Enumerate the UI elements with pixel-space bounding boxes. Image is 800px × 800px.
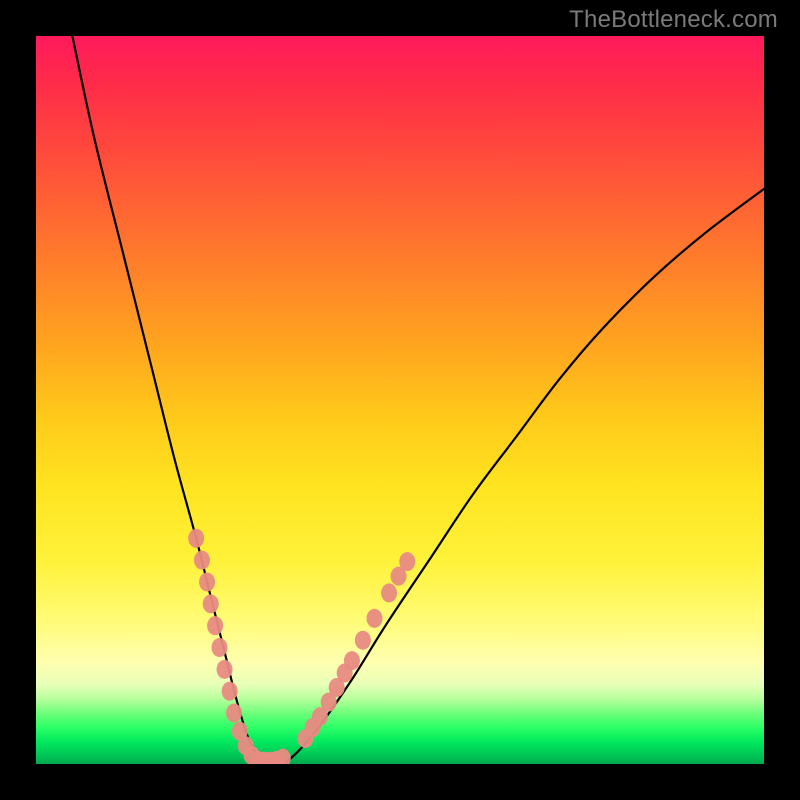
marker-dot	[211, 638, 227, 657]
marker-dot	[222, 682, 238, 701]
marker-group-left-cluster-markers	[188, 529, 259, 764]
marker-dot	[188, 529, 204, 548]
plot-area	[36, 36, 764, 764]
chart-svg	[36, 36, 764, 764]
marker-dot	[194, 551, 210, 570]
marker-dot	[207, 616, 223, 635]
marker-dot	[381, 583, 397, 602]
chart-frame: TheBottleneck.com	[0, 0, 800, 800]
marker-dot	[203, 594, 219, 613]
marker-group-right-cluster-markers	[297, 552, 415, 748]
marker-dot	[226, 704, 242, 723]
marker-dot	[399, 552, 415, 571]
marker-dot	[355, 631, 371, 650]
marker-dot	[344, 651, 360, 670]
marker-dot	[367, 609, 383, 628]
marker-dot	[199, 573, 215, 592]
marker-dot	[217, 660, 233, 679]
watermark-text: TheBottleneck.com	[569, 6, 778, 34]
curve-path	[72, 36, 764, 764]
